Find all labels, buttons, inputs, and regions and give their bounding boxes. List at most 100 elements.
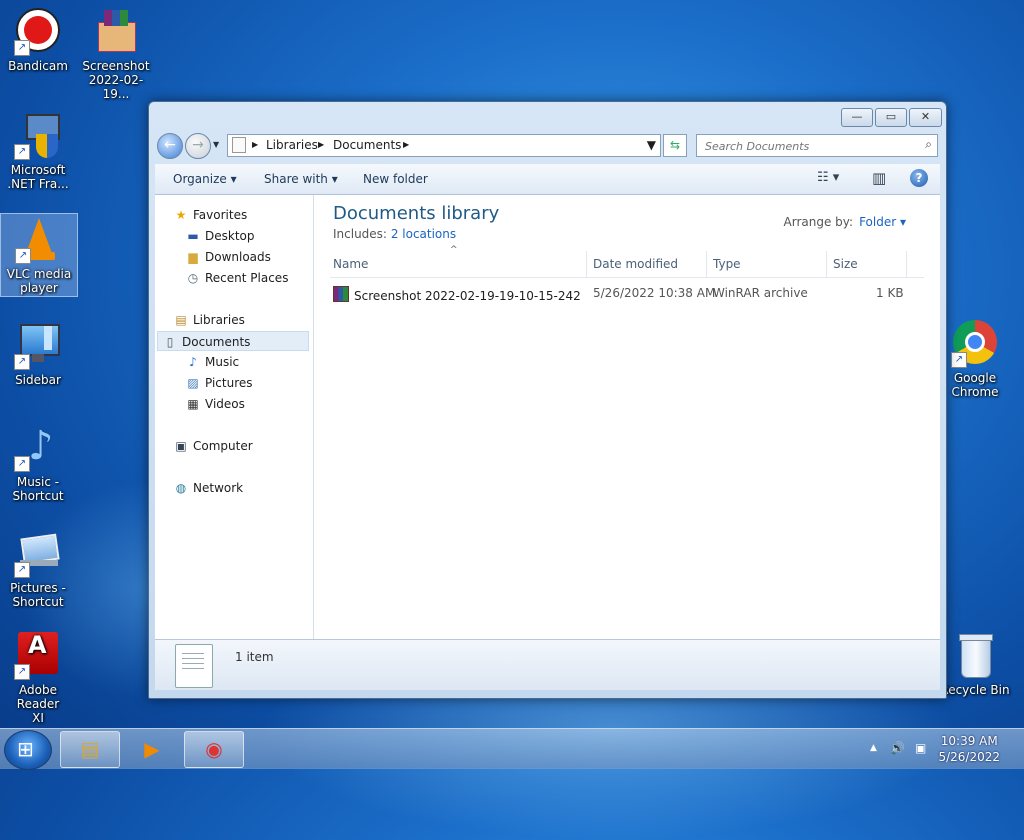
library-location-icon [232, 137, 246, 153]
desktop-icon-label: Sidebar [15, 373, 61, 387]
desktop-icon-google-chrome[interactable]: ↗ Google Chrome [937, 320, 1013, 399]
address-bar[interactable]: ▶ Libraries ▶ Documents ▶ ▼ [227, 134, 661, 157]
search-input[interactable] [703, 137, 912, 156]
desktop-icon-sidebar[interactable]: ↗ Sidebar [0, 322, 76, 387]
nav-item-label: Favorites [193, 208, 248, 222]
desktop-icon-label: Shortcut [12, 595, 64, 609]
desktop-icon-adobe-reader[interactable]: A ↗ Adobe Reader XI [0, 632, 76, 725]
music-icon: ♪ [189, 355, 197, 369]
desktop-icon-label: 2022-02-19... [88, 73, 144, 101]
clock-time: 10:39 AM [940, 734, 998, 748]
forward-button[interactable]: → [185, 133, 211, 159]
dotnet-installer-icon: ↗ [14, 112, 62, 160]
chrome-icon: ◉ [205, 737, 223, 761]
nav-item-pictures[interactable]: ▨ Pictures [185, 373, 252, 393]
includes-locations-link[interactable]: 2 locations [391, 227, 456, 241]
desktop-icon-dotnet[interactable]: ↗ Microsoft .NET Fra... [0, 112, 76, 191]
desktop-icon-screenshot-archive[interactable]: Screenshot 2022-02-19... [78, 8, 154, 101]
file-list-pane: Documents library Includes: 2 locations … [314, 195, 940, 639]
desktop-icon-pictures-shortcut[interactable]: ↗ Pictures - Shortcut [0, 530, 76, 609]
minimize-button[interactable]: — [841, 108, 873, 127]
column-header-row: Name ^ Date modified Type Size [330, 245, 924, 278]
taskbar: ▤ ▶ ◉ ▲ 🔊 ▣ 10:39 AM 5/26/2022 [0, 728, 1024, 770]
desktop-icon-vlc[interactable]: ↗ VLC media player [0, 213, 78, 297]
adobe-reader-icon: A ↗ [14, 632, 62, 680]
column-divider[interactable] [586, 251, 587, 277]
shortcut-arrow-icon: ↗ [14, 354, 30, 370]
help-icon[interactable]: ? [910, 169, 928, 187]
network-status-icon[interactable]: ▣ [915, 741, 926, 755]
organize-button[interactable]: Organize ▾ [173, 172, 237, 186]
desktop-icon-bandicam[interactable]: ↗ Bandicam [0, 8, 76, 73]
desktop-icon-label: Screenshot [82, 59, 150, 73]
column-divider[interactable] [706, 251, 707, 277]
breadcrumb-separator[interactable]: ▶ [252, 140, 258, 149]
item-count: 1 item [235, 650, 274, 664]
desktop-icon-label: Google [953, 371, 997, 385]
back-button[interactable]: ← [157, 133, 183, 159]
desktop: { "desktop": { "icons": [ {"label_line1"… [0, 0, 1024, 840]
nav-item-music[interactable]: ♪ Music [185, 352, 239, 372]
nav-item-libraries[interactable]: ▤ Libraries [173, 310, 245, 330]
search-box[interactable]: ⌕ [696, 134, 938, 157]
nav-item-desktop[interactable]: ▬ Desktop [185, 226, 254, 246]
show-hidden-icons-button[interactable]: ▲ [870, 743, 877, 753]
refresh-button[interactable]: ⇆ [663, 134, 687, 157]
pictures-icon: ↗ [14, 530, 62, 578]
preview-pane-icon[interactable]: ▥ [872, 169, 886, 187]
library-title: Documents library [333, 203, 500, 224]
maximize-button[interactable]: ▭ [875, 108, 907, 127]
system-clock[interactable]: 10:39 AM 5/26/2022 [938, 733, 1000, 765]
volume-icon[interactable]: 🔊 [890, 741, 905, 755]
breadcrumb-separator[interactable]: ▶ [403, 140, 409, 149]
nav-item-recent-places[interactable]: ◷ Recent Places [185, 268, 289, 288]
column-divider[interactable] [826, 251, 827, 277]
nav-item-documents[interactable]: ▯ Documents [157, 331, 309, 351]
star-icon: ★ [175, 208, 187, 222]
shortcut-arrow-icon: ↗ [14, 456, 30, 472]
file-row[interactable]: Screenshot 2022-02-19-19-10-15-242 5/26/… [330, 283, 924, 303]
winrar-archive-icon [92, 8, 140, 56]
arrange-by-dropdown[interactable]: Folder ▾ [859, 215, 906, 229]
address-row: ← → ▼ ▶ Libraries ▶ Documents ▶ ▼ ⇆ ⌕ [157, 132, 938, 160]
desktop-icon-label: Pictures - [10, 581, 66, 595]
column-divider[interactable] [906, 251, 907, 277]
nav-item-label: Videos [205, 397, 245, 411]
desktop-icon-music-shortcut[interactable]: ♪ ↗ Music - Shortcut [0, 424, 76, 503]
new-folder-button[interactable]: New folder [363, 172, 428, 186]
music-note-icon: ♪ ↗ [14, 424, 62, 472]
window-controls: — ▭ ✕ [841, 108, 942, 127]
breadcrumb-documents[interactable]: Documents [333, 138, 401, 152]
nav-item-videos[interactable]: ▦ Videos [185, 394, 245, 414]
shortcut-arrow-icon: ↗ [951, 352, 967, 368]
desktop-icon-label: Music - [16, 475, 60, 489]
breadcrumb-libraries[interactable]: Libraries [266, 138, 318, 152]
nav-item-downloads[interactable]: ▆ Downloads [185, 247, 271, 267]
taskbar-media-player-button[interactable]: ▶ [122, 731, 182, 768]
taskbar-chrome-button[interactable]: ◉ [184, 731, 244, 768]
desktop-icon-recycle-bin[interactable]: Recycle Bin [937, 632, 1013, 697]
share-with-button[interactable]: Share with ▾ [264, 172, 338, 186]
search-icon[interactable]: ⌕ [925, 137, 932, 152]
taskbar-explorer-button[interactable]: ▤ [60, 731, 120, 768]
nav-item-favorites[interactable]: ★ Favorites [173, 205, 248, 225]
change-view-icon[interactable]: ☷ ▾ [817, 170, 839, 185]
details-pane: 1 item [155, 639, 940, 690]
downloads-folder-icon: ▆ [188, 250, 198, 264]
desktop-icon-label: player [20, 281, 58, 295]
start-button[interactable] [4, 730, 52, 770]
column-header-name[interactable]: Name [333, 257, 368, 271]
arrange-by-label: Arrange by: [783, 215, 854, 229]
nav-item-network[interactable]: ◍ Network [173, 478, 243, 498]
column-header-type[interactable]: Type [713, 257, 741, 271]
file-name: Screenshot 2022-02-19-19-10-15-242 [354, 289, 581, 303]
breadcrumb-separator[interactable]: ▶ [318, 140, 324, 149]
column-header-size[interactable]: Size [833, 257, 858, 271]
nav-item-computer[interactable]: ▣ Computer [173, 436, 252, 456]
recent-pages-dropdown[interactable]: ▼ [213, 140, 219, 149]
includes-label: Includes: [333, 227, 387, 241]
desktop-icon-label: VLC media [6, 267, 72, 281]
column-header-date-modified[interactable]: Date modified [593, 257, 678, 271]
close-button[interactable]: ✕ [909, 108, 942, 127]
address-dropdown[interactable]: ▼ [647, 138, 656, 152]
